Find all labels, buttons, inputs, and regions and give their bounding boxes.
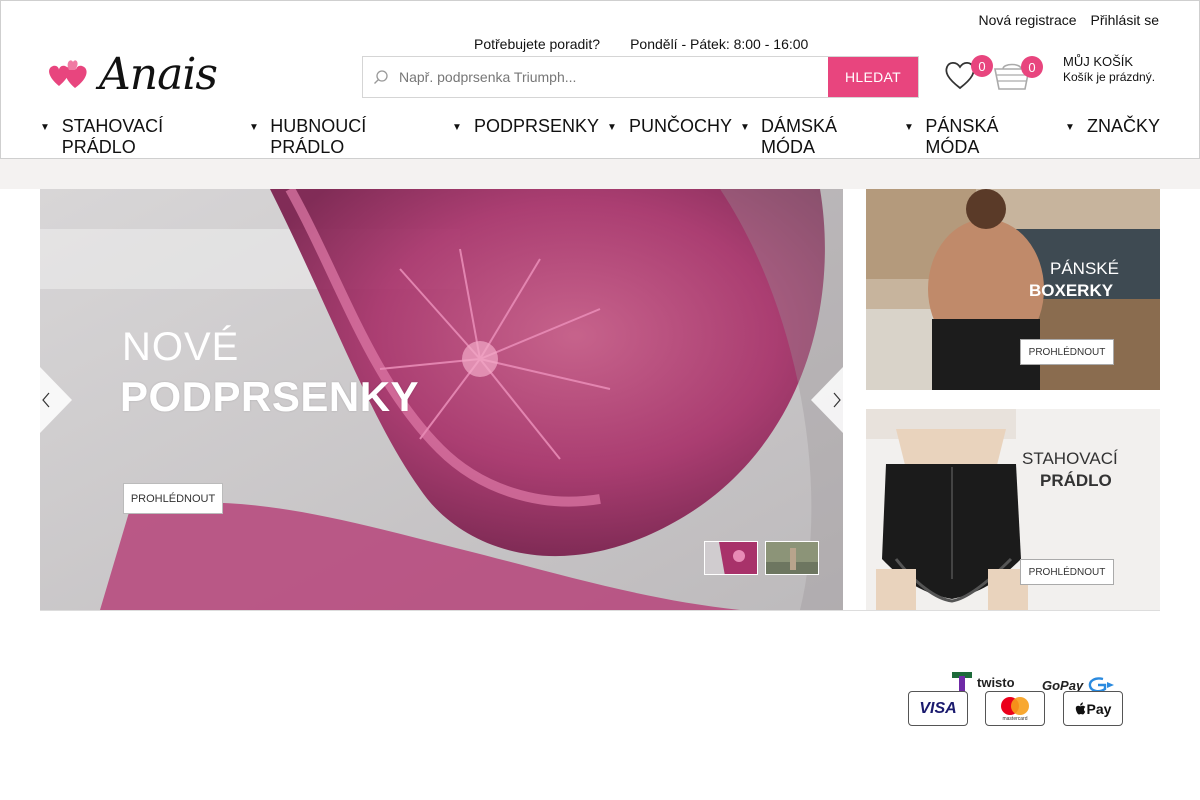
slide-thumbnail-image [766, 542, 818, 574]
cart-title: MŮJ KOŠÍK [1063, 54, 1134, 69]
nav-item-puncochy[interactable]: ▼ PUNČOCHY [607, 116, 747, 137]
caret-down-icon: ▼ [249, 122, 259, 133]
banner-shapewear[interactable]: STAHOVACÍ PRÁDLO PROHLÉDNOUT [866, 409, 1160, 610]
breadcrumb-bar [0, 159, 1200, 189]
banner-line1: STAHOVACÍ [1022, 449, 1118, 468]
search-bar: HLEDAT [362, 56, 919, 98]
slider-prev-arrow-icon[interactable] [40, 367, 72, 433]
hero-browse-button[interactable]: PROHLÉDNOUT [124, 484, 222, 513]
site-logo[interactable]: Anais [45, 47, 230, 101]
banner-browse-button[interactable]: PROHLÉDNOUT [1020, 559, 1114, 585]
nav-label: PODPRSENKY [474, 116, 600, 136]
help-hours: Pondělí - Pátek: 8:00 - 16:00 [630, 36, 809, 52]
nav-label: HUBNOUCÍ PRÁDLO [270, 116, 367, 157]
banner-line2: PRÁDLO [1040, 471, 1112, 490]
wishlist-count-badge: 0 [971, 55, 993, 77]
banner-line2: BOXERKY [1029, 281, 1114, 300]
site-header: Nová registrace Přihlásit se Anais Potře… [0, 0, 1200, 159]
twisto-logo: twisto [952, 672, 1015, 692]
logo-text: Anais [99, 48, 218, 100]
login-link[interactable]: Přihlásit se [1091, 12, 1159, 28]
banner-image [866, 189, 1160, 390]
hero-title-line2: PODPRSENKY [120, 373, 420, 420]
help-info: Potřebujete poradit? Pondělí - Pátek: 8:… [474, 36, 808, 52]
banner-men-boxers[interactable]: PÁNSKÉ BOXERKY PROHLÉDNOUT [866, 189, 1160, 390]
search-icon [363, 57, 399, 97]
apple-pay-logo: Pay [1063, 691, 1123, 726]
caret-down-icon: ▼ [740, 122, 750, 133]
apple-icon [1075, 701, 1085, 714]
twisto-text: twisto [977, 674, 1015, 690]
hearts-logo-icon [49, 60, 87, 88]
visa-card-logo: VISA [908, 691, 968, 726]
cart-summary[interactable]: MŮJ KOŠÍK Košík je prázdný. [1063, 54, 1155, 84]
mastercard-text: mastercard [1002, 715, 1028, 722]
slider-thumbnail[interactable] [765, 541, 819, 575]
nav-item-panska-moda[interactable]: ▼ PÁNSKÁ MÓDA [904, 116, 1054, 158]
nav-item-podprsenky[interactable]: ▼ PODPRSENKY [452, 116, 612, 137]
cart-status: Košík je prázdný. [1063, 70, 1156, 84]
slide-thumbnail-image [705, 542, 757, 574]
caret-down-icon: ▼ [904, 122, 914, 133]
caret-down-icon: ▼ [607, 122, 617, 133]
apple-pay-text: Pay [1086, 700, 1112, 717]
banner-line1: PÁNSKÉ [1050, 259, 1119, 278]
cart-count-badge: 0 [1021, 56, 1043, 78]
nav-item-stahovaci-pradlo[interactable]: ▼ STAHOVACÍ PRÁDLO [40, 116, 240, 158]
help-question: Potřebujete poradit? [474, 36, 601, 52]
twisto-icon [952, 672, 972, 692]
nav-item-hubnouci-pradlo[interactable]: ▼ HUBNOUCÍ PRÁDLO [249, 116, 439, 158]
nav-label: STAHOVACÍ PRÁDLO [61, 116, 164, 157]
nav-label: ZNAČKY [1087, 116, 1161, 136]
banner-image [866, 409, 1160, 610]
hero-slider[interactable]: NOVÉ PODPRSENKY PROHLÉDNOUT [40, 189, 843, 610]
hero-title-line1: NOVÉ [122, 325, 240, 369]
caret-down-icon: ▼ [40, 122, 50, 133]
nav-label: PÁNSKÁ MÓDA [925, 116, 999, 157]
nav-label: PUNČOCHY [629, 116, 733, 136]
nav-label: DÁMSKÁ MÓDA [761, 116, 838, 157]
mastercard-circles-icon [1001, 696, 1029, 715]
slider-thumbnail[interactable] [704, 541, 758, 575]
banner-browse-button[interactable]: PROHLÉDNOUT [1020, 339, 1114, 365]
caret-down-icon: ▼ [452, 122, 462, 133]
caret-down-icon: ▼ [1065, 122, 1075, 133]
search-input[interactable] [399, 57, 828, 97]
register-link[interactable]: Nová registrace [978, 12, 1076, 28]
search-button[interactable]: HLEDAT [828, 57, 918, 97]
content-divider [40, 610, 1160, 611]
slider-next-arrow-icon[interactable] [811, 367, 843, 433]
account-links: Nová registrace Přihlásit se [978, 12, 1159, 28]
visa-text: VISA [919, 699, 957, 717]
mastercard-logo: mastercard [985, 691, 1045, 726]
nav-item-damska-moda[interactable]: ▼ DÁMSKÁ MÓDA [740, 116, 890, 158]
nav-item-znacky[interactable]: ▼ ZNAČKY [1065, 116, 1175, 137]
